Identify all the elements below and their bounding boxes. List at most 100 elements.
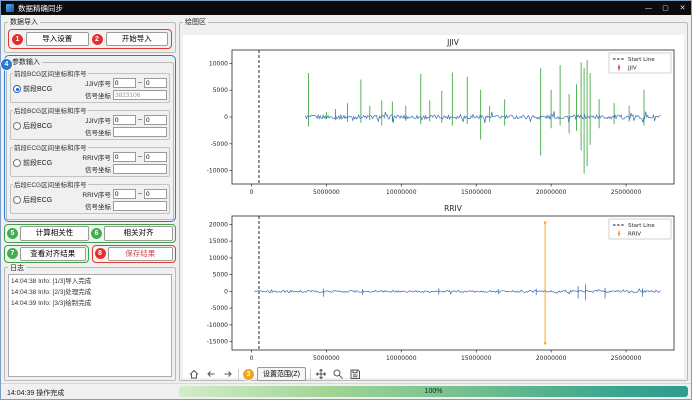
coord-label: 信号坐标 — [85, 90, 111, 100]
seq-label: JJIV序号 — [85, 78, 111, 88]
radio-rear-bcg[interactable]: 后段BCG — [13, 121, 59, 131]
tilde: ~ — [138, 191, 142, 198]
radio-icon[interactable] — [13, 85, 21, 93]
save-icon[interactable] — [349, 368, 362, 381]
coord-input[interactable] — [113, 201, 167, 211]
svg-text:25000000: 25000000 — [610, 355, 641, 362]
window-controls: — ▢ ✕ — [640, 1, 691, 15]
param-group-front-bcg: 前段BCG区间坐标和序号 前段BCG JJIV序号 ~ — [10, 68, 170, 103]
seq-to-input[interactable] — [144, 78, 167, 88]
right-panel: 绘图区 050000001000000015000000200000002500… — [179, 17, 688, 381]
tilde: ~ — [138, 154, 142, 161]
param-group-front-ecg: 前段ECG区间坐标和序号 前段ECG RRIV序号 ~ — [10, 142, 170, 177]
seq-label: RRIV序号 — [82, 152, 111, 162]
svg-text:Start Line: Start Line — [628, 57, 655, 63]
svg-text:-5000: -5000 — [210, 141, 228, 148]
back-icon[interactable] — [204, 368, 217, 381]
import-settings-button[interactable]: 导入设置 — [26, 32, 89, 46]
radio-front-ecg[interactable]: 前段ECG — [13, 158, 59, 168]
svg-text:RRIV: RRIV — [444, 204, 463, 213]
svg-text:10000: 10000 — [208, 60, 227, 67]
svg-text:0: 0 — [249, 189, 253, 196]
pan-icon[interactable] — [315, 368, 328, 381]
seq-from-input[interactable] — [113, 78, 136, 88]
annotation-2: 2 — [92, 34, 103, 45]
toolbar-separator — [310, 369, 311, 380]
seq-to-input[interactable] — [144, 115, 167, 125]
seq-label: RRIV序号 — [82, 189, 111, 199]
annotation-box-save-result: 8 保存结果 — [92, 245, 177, 263]
log-line: 14:04:39 Info: [3/3]绘制完成 — [11, 298, 169, 309]
radio-icon[interactable] — [13, 159, 21, 167]
coord-input[interactable] — [113, 164, 167, 174]
param-group-title: 前段BCG区间坐标和序号 — [13, 68, 88, 78]
tilde: ~ — [138, 117, 142, 124]
seq-to-input[interactable] — [144, 189, 167, 199]
svg-text:5000: 5000 — [212, 272, 227, 279]
left-panel: 数据导入 1 导入设置 2 开始导入 4 参数输入 前段BCG区间坐标和序号 — [4, 17, 176, 381]
radio-icon[interactable] — [13, 196, 21, 204]
start-import-button[interactable]: 开始导入 — [106, 32, 169, 46]
forward-icon[interactable] — [221, 368, 234, 381]
home-icon[interactable] — [187, 368, 200, 381]
svg-text:-5000: -5000 — [210, 305, 228, 312]
radio-label: 后段ECG — [23, 195, 52, 205]
svg-text:-10000: -10000 — [206, 168, 227, 175]
annotation-3: 3 — [243, 369, 254, 380]
seq-to-input[interactable] — [144, 152, 167, 162]
window-titlebar: 数据精确同步 — ▢ ✕ — [1, 1, 691, 15]
set-range-button[interactable]: 设置范围(Z) — [257, 367, 306, 381]
seq-from-input[interactable] — [113, 189, 136, 199]
statusbar: 14:04:39 操作完成 100% — [1, 383, 691, 399]
jjiv-chart[interactable]: 0500000010000000150000002000000025000000… — [186, 35, 682, 201]
log-line: 14:04:38 Info: [2/3]处理完成 — [11, 287, 169, 298]
param-group-rear-bcg: 后段BCG区间坐标和序号 后段BCG JJIV序号 ~ — [10, 105, 170, 140]
seq-label: JJIV序号 — [85, 115, 111, 125]
svg-text:0: 0 — [249, 355, 253, 362]
view-align-result-button[interactable]: 查看对齐结果 — [20, 247, 86, 261]
progress-label: 100% — [425, 388, 443, 395]
minimize-button[interactable]: — — [640, 1, 657, 15]
maximize-button[interactable]: ▢ — [657, 1, 674, 15]
close-button[interactable]: ✕ — [674, 1, 691, 15]
app-window: 数据精确同步 — ▢ ✕ 数据导入 1 导入设置 2 开始导入 4 参数输入 — [0, 0, 692, 400]
coord-label: 信号坐标 — [85, 127, 111, 137]
log-group-label: 日志 — [8, 263, 26, 273]
svg-text:5000000: 5000000 — [313, 355, 340, 362]
log-output[interactable]: 14:04:38 Info: [1/3]导入完成 14:04:38 Info: … — [8, 274, 172, 377]
annotation-6: 6 — [91, 228, 102, 239]
svg-text:25000000: 25000000 — [610, 189, 641, 196]
svg-text:15000000: 15000000 — [460, 355, 491, 362]
save-result-button[interactable]: 保存结果 — [108, 247, 174, 261]
window-title: 数据精确同步 — [18, 3, 63, 14]
radio-front-bcg[interactable]: 前段BCG — [13, 84, 59, 94]
svg-text:15000: 15000 — [208, 238, 227, 245]
app-icon — [6, 4, 14, 12]
seq-from-input[interactable] — [113, 152, 136, 162]
radio-label: 前段ECG — [23, 158, 52, 168]
radio-label: 前段BCG — [23, 84, 52, 94]
rriv-chart[interactable]: 0500000010000000150000002000000025000000… — [186, 201, 682, 367]
correlation-align-button[interactable]: 相关对齐 — [104, 226, 173, 240]
svg-text:Start Line: Start Line — [628, 223, 655, 229]
plot-toolbar: 3 设置范围(Z) — [183, 367, 684, 381]
plot-group: 绘图区 050000001000000015000000200000002500… — [179, 17, 688, 381]
svg-text:0: 0 — [224, 114, 228, 121]
compute-correlation-button[interactable]: 计算相关性 — [20, 226, 89, 240]
param-group-title: 前段ECG区间坐标和序号 — [13, 142, 88, 152]
coord-label: 信号坐标 — [85, 164, 111, 174]
annotation-box-params: 4 参数输入 前段BCG区间坐标和序号 前段BCG JJIV序 — [4, 55, 176, 222]
svg-text:-15000: -15000 — [206, 339, 227, 346]
coord-input[interactable] — [113, 90, 167, 100]
radio-rear-ecg[interactable]: 后段ECG — [13, 195, 59, 205]
zoom-icon[interactable] — [332, 368, 345, 381]
annotation-8: 8 — [95, 248, 106, 259]
svg-text:5000000: 5000000 — [313, 189, 340, 196]
coord-input[interactable] — [113, 127, 167, 137]
seq-from-input[interactable] — [113, 115, 136, 125]
svg-text:0: 0 — [224, 288, 228, 295]
svg-text:JJIV: JJIV — [627, 66, 637, 72]
radio-icon[interactable] — [13, 122, 21, 130]
plot-canvas[interactable]: 0500000010000000150000002000000025000000… — [183, 35, 684, 378]
annotation-7: 7 — [7, 248, 18, 259]
